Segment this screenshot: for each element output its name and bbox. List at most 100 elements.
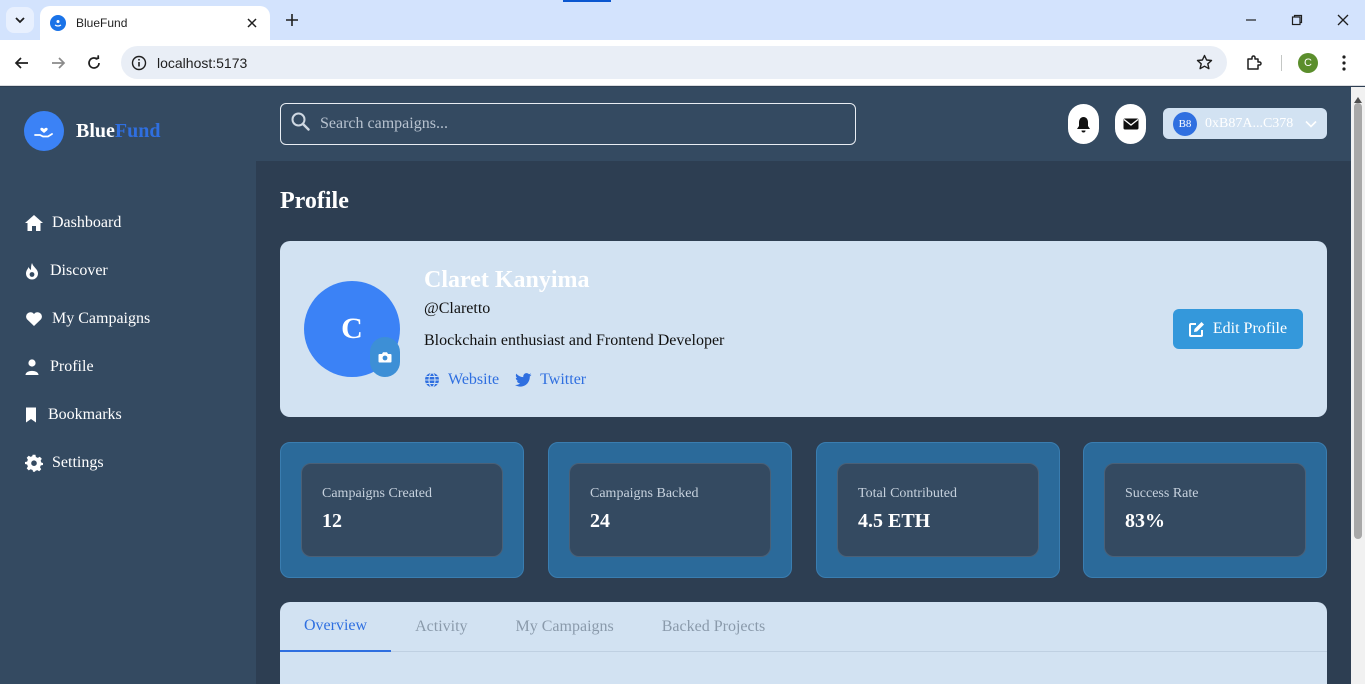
kebab-menu-icon [1342, 55, 1346, 71]
stats-row: Campaigns Created 12 Campaigns Backed 24… [280, 442, 1327, 578]
sidebar-item-dashboard[interactable]: Dashboard [24, 199, 150, 247]
stat-value: 4.5 ETH [858, 510, 931, 532]
restore-button[interactable] [1287, 10, 1307, 30]
page-title: Profile [280, 188, 349, 214]
search-input[interactable] [320, 115, 840, 133]
reload-button[interactable] [83, 52, 105, 74]
stat-card-inner: Success Rate 83% [1104, 463, 1306, 557]
close-window-button[interactable] [1333, 10, 1353, 30]
new-tab-button[interactable] [282, 10, 302, 30]
stat-label: Campaigns Created [322, 486, 433, 501]
edit-profile-button[interactable]: Edit Profile [1173, 309, 1303, 349]
browser-menu-button[interactable] [1333, 52, 1355, 74]
twitter-link[interactable]: Twitter [515, 371, 586, 389]
chevron-down-icon [15, 17, 25, 24]
scrollbar-thumb[interactable] [1354, 103, 1362, 539]
sidebar-nav: Dashboard Discover My Campaigns Profile [24, 199, 150, 487]
stat-label: Campaigns Backed [590, 486, 699, 501]
sidebar-item-my-campaigns[interactable]: My Campaigns [24, 295, 150, 343]
app-root: BlueFund Dashboard Discover My Campaigns… [0, 87, 1351, 684]
stat-label: Total Contributed [858, 486, 957, 501]
sidebar-item-profile[interactable]: Profile [24, 343, 150, 391]
bell-icon [1077, 116, 1090, 132]
tab-activity[interactable]: Activity [391, 602, 491, 652]
gear-icon [24, 453, 44, 473]
chevron-down-icon [1305, 115, 1317, 133]
stat-card-campaigns-backed: Campaigns Backed 24 [548, 442, 792, 578]
bookmark-star-icon[interactable] [1196, 54, 1213, 74]
page-scrollbar[interactable] [1351, 87, 1365, 684]
wallet-address: 0xB87A...C378 [1205, 115, 1294, 131]
twitter-icon [515, 373, 532, 387]
logo-text: BlueFund [76, 120, 161, 143]
stat-value: 12 [322, 510, 342, 532]
search-box[interactable] [280, 103, 856, 145]
stat-value: 24 [590, 510, 610, 532]
profile-card: C Claret Kanyima @Claretto Blockchain en… [280, 241, 1327, 417]
browser-tab[interactable]: BlueFund [40, 6, 270, 40]
minimize-button[interactable] [1241, 10, 1261, 30]
stat-card-total-contributed: Total Contributed 4.5 ETH [816, 442, 1060, 578]
globe-icon [424, 372, 440, 388]
logo-text-fund: Fund [114, 119, 161, 142]
extensions-button[interactable] [1243, 52, 1265, 74]
browser-profile-avatar[interactable]: C [1298, 53, 1318, 73]
address-bar[interactable]: localhost:5173 [121, 46, 1227, 79]
wallet-badge: B8 [1173, 111, 1197, 136]
stat-card-success-rate: Success Rate 83% [1083, 442, 1327, 578]
plus-icon [286, 14, 298, 26]
camera-icon [378, 352, 392, 363]
change-avatar-button[interactable] [370, 337, 400, 377]
website-link[interactable]: Website [424, 371, 499, 389]
close-tab-icon[interactable] [244, 15, 260, 31]
back-button[interactable] [11, 52, 33, 74]
tab-overview[interactable]: Overview [280, 602, 392, 652]
arrow-left-icon [14, 57, 28, 69]
stat-value: 83% [1125, 510, 1165, 532]
forward-button[interactable] [47, 52, 69, 74]
arrow-right-icon [52, 57, 66, 69]
search-icon [291, 112, 310, 136]
messages-button[interactable] [1115, 104, 1146, 144]
tab-title: BlueFund [76, 16, 128, 30]
profile-tabs: Overview Activity My Campaigns Backed Pr… [280, 602, 1327, 652]
app-logo[interactable]: BlueFund [24, 111, 161, 151]
minimize-icon [1246, 19, 1256, 21]
favicon-icon [50, 15, 66, 31]
twitter-link-label: Twitter [540, 371, 587, 388]
puzzle-icon [1247, 55, 1262, 70]
tab-backed-projects[interactable]: Backed Projects [638, 602, 790, 652]
browser-tab-strip: BlueFund [0, 0, 1365, 40]
tab-strip-accent [563, 0, 611, 2]
site-info-icon[interactable] [131, 55, 147, 71]
profile-tabs-card: Overview Activity My Campaigns Backed Pr… [280, 602, 1327, 684]
sidebar-item-label: Bookmarks [48, 406, 122, 423]
notifications-button[interactable] [1068, 104, 1099, 144]
tab-my-campaigns[interactable]: My Campaigns [492, 602, 638, 652]
wallet-button[interactable]: B8 0xB87A...C378 [1163, 108, 1327, 139]
sidebar-item-label: My Campaigns [52, 310, 151, 327]
envelope-icon [1123, 118, 1138, 130]
profile-bio: Blockchain enthusiast and Frontend Devel… [424, 332, 725, 349]
edit-profile-label: Edit Profile [1212, 320, 1288, 337]
sidebar-item-label: Discover [50, 262, 108, 279]
user-icon [24, 357, 40, 377]
stat-label: Success Rate [1125, 486, 1199, 501]
sidebar: BlueFund Dashboard Discover My Campaigns… [0, 87, 256, 684]
url-text: localhost:5173 [157, 54, 248, 71]
browser-toolbar: localhost:5173 C [0, 40, 1365, 86]
tab-search-button[interactable] [6, 7, 34, 33]
reload-icon [88, 55, 100, 69]
sidebar-item-bookmarks[interactable]: Bookmarks [24, 391, 150, 439]
heart-icon [24, 309, 44, 329]
logo-text-blue: Blue [76, 119, 115, 142]
sidebar-item-settings[interactable]: Settings [24, 439, 150, 487]
toolbar-separator [1281, 55, 1282, 71]
sidebar-item-label: Dashboard [52, 214, 122, 231]
sidebar-item-discover[interactable]: Discover [24, 247, 150, 295]
sidebar-item-label: Settings [52, 454, 104, 471]
home-icon [24, 213, 44, 233]
stat-card-campaigns-created: Campaigns Created 12 [280, 442, 524, 578]
stat-card-inner: Campaigns Created 12 [301, 463, 503, 557]
stat-card-inner: Total Contributed 4.5 ETH [837, 463, 1039, 557]
